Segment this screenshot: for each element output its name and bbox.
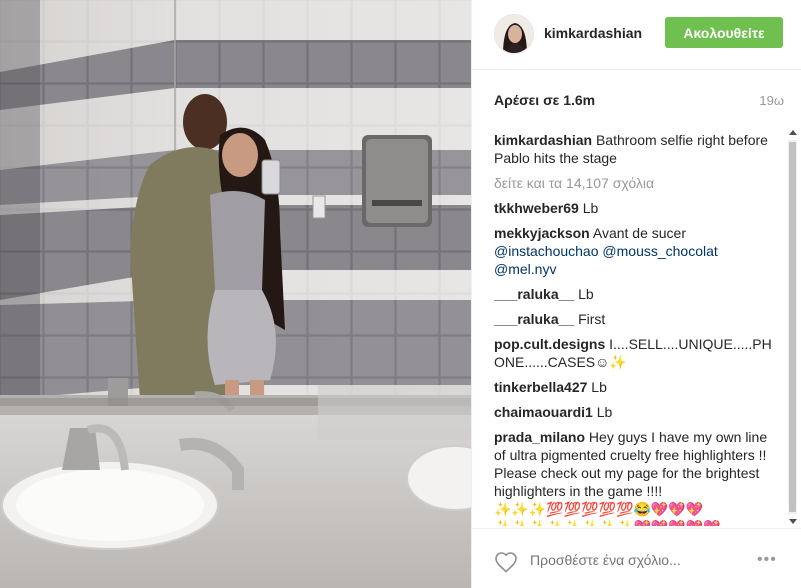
caption: kimkardashian Bathroom selfie right befo… (494, 131, 774, 167)
comment-item: chaimaouardi1 Lb (494, 403, 774, 421)
likes-row: Αρέσει σε 1.6m 19ω (494, 92, 784, 112)
comment-username[interactable]: chaimaouardi1 (494, 404, 593, 420)
comment-username[interactable]: prada_milano (494, 429, 585, 445)
scrollbar-thumb[interactable] (789, 142, 796, 512)
avatar-image (495, 15, 533, 53)
comment-item: prada_milano Hey guys I have my own line… (494, 428, 774, 526)
profile-avatar[interactable] (494, 14, 534, 54)
likes-count[interactable]: Αρέσει σε 1.6m (494, 92, 595, 108)
view-all-comments-link[interactable]: δείτε και τα 14,107 σχόλια (494, 174, 774, 192)
comment-mention[interactable]: @instachouchao (494, 243, 599, 259)
comment-text: Avant de sucer (592, 225, 686, 241)
comment-item: tkkhweber69 Lb (494, 199, 774, 217)
comment-item: tinkerbella427 Lb (494, 378, 774, 396)
comment-text: First (578, 311, 606, 327)
post-timestamp[interactable]: 19ω (759, 93, 784, 108)
instagram-post: kimkardashian Ακολουθείτε Αρέσει σε 1.6m… (0, 0, 801, 588)
comment-text: Lb (596, 404, 613, 420)
caption-username[interactable]: kimkardashian (494, 132, 592, 148)
follow-button[interactable]: Ακολουθείτε (665, 17, 783, 48)
comment-username[interactable]: mekkyjackson (494, 225, 590, 241)
comment-mention[interactable]: @mel.nyv (494, 261, 556, 277)
profile-username[interactable]: kimkardashian (544, 25, 642, 41)
more-options-icon[interactable]: ••• (757, 551, 785, 568)
post-photo[interactable] (0, 0, 471, 588)
post-footer: ••• (472, 528, 801, 588)
comment-text: Lb (591, 379, 607, 395)
comments-list: kimkardashian Bathroom selfie right befo… (494, 131, 774, 526)
comment-item: pop.cult.designs I....SELL....UNIQUE....… (494, 335, 774, 371)
comments-scrollbar[interactable] (785, 126, 800, 528)
comment-item: ___raluka__ Lb (494, 285, 774, 303)
comment-item: ___raluka__ First (494, 310, 774, 328)
post-details-panel: kimkardashian Ακολουθείτε Αρέσει σε 1.6m… (471, 0, 801, 588)
bathroom-selfie-image (0, 0, 471, 588)
scroll-up-arrow-icon[interactable] (789, 130, 797, 135)
comment-username[interactable]: pop.cult.designs (494, 336, 605, 352)
heart-icon[interactable] (494, 551, 518, 573)
comment-username[interactable]: tkkhweber69 (494, 200, 579, 216)
add-comment-input[interactable] (530, 552, 730, 568)
comment-username[interactable]: tinkerbella427 (494, 379, 587, 395)
scroll-down-arrow-icon[interactable] (789, 519, 797, 524)
comment-mention[interactable]: @mouss_chocolat (602, 243, 717, 259)
likes-number: 1.6m (563, 92, 596, 108)
comment-text: Lb (582, 200, 599, 216)
likes-prefix: Αρέσει σε (494, 92, 560, 108)
comment-username[interactable]: ___raluka__ (494, 311, 574, 327)
comment-username[interactable]: ___raluka__ (494, 286, 574, 302)
comment-item: mekkyjackson Avant de sucer @instachouch… (494, 224, 774, 278)
post-header: kimkardashian Ακολουθείτε (472, 0, 801, 70)
comment-text: Lb (578, 286, 594, 302)
